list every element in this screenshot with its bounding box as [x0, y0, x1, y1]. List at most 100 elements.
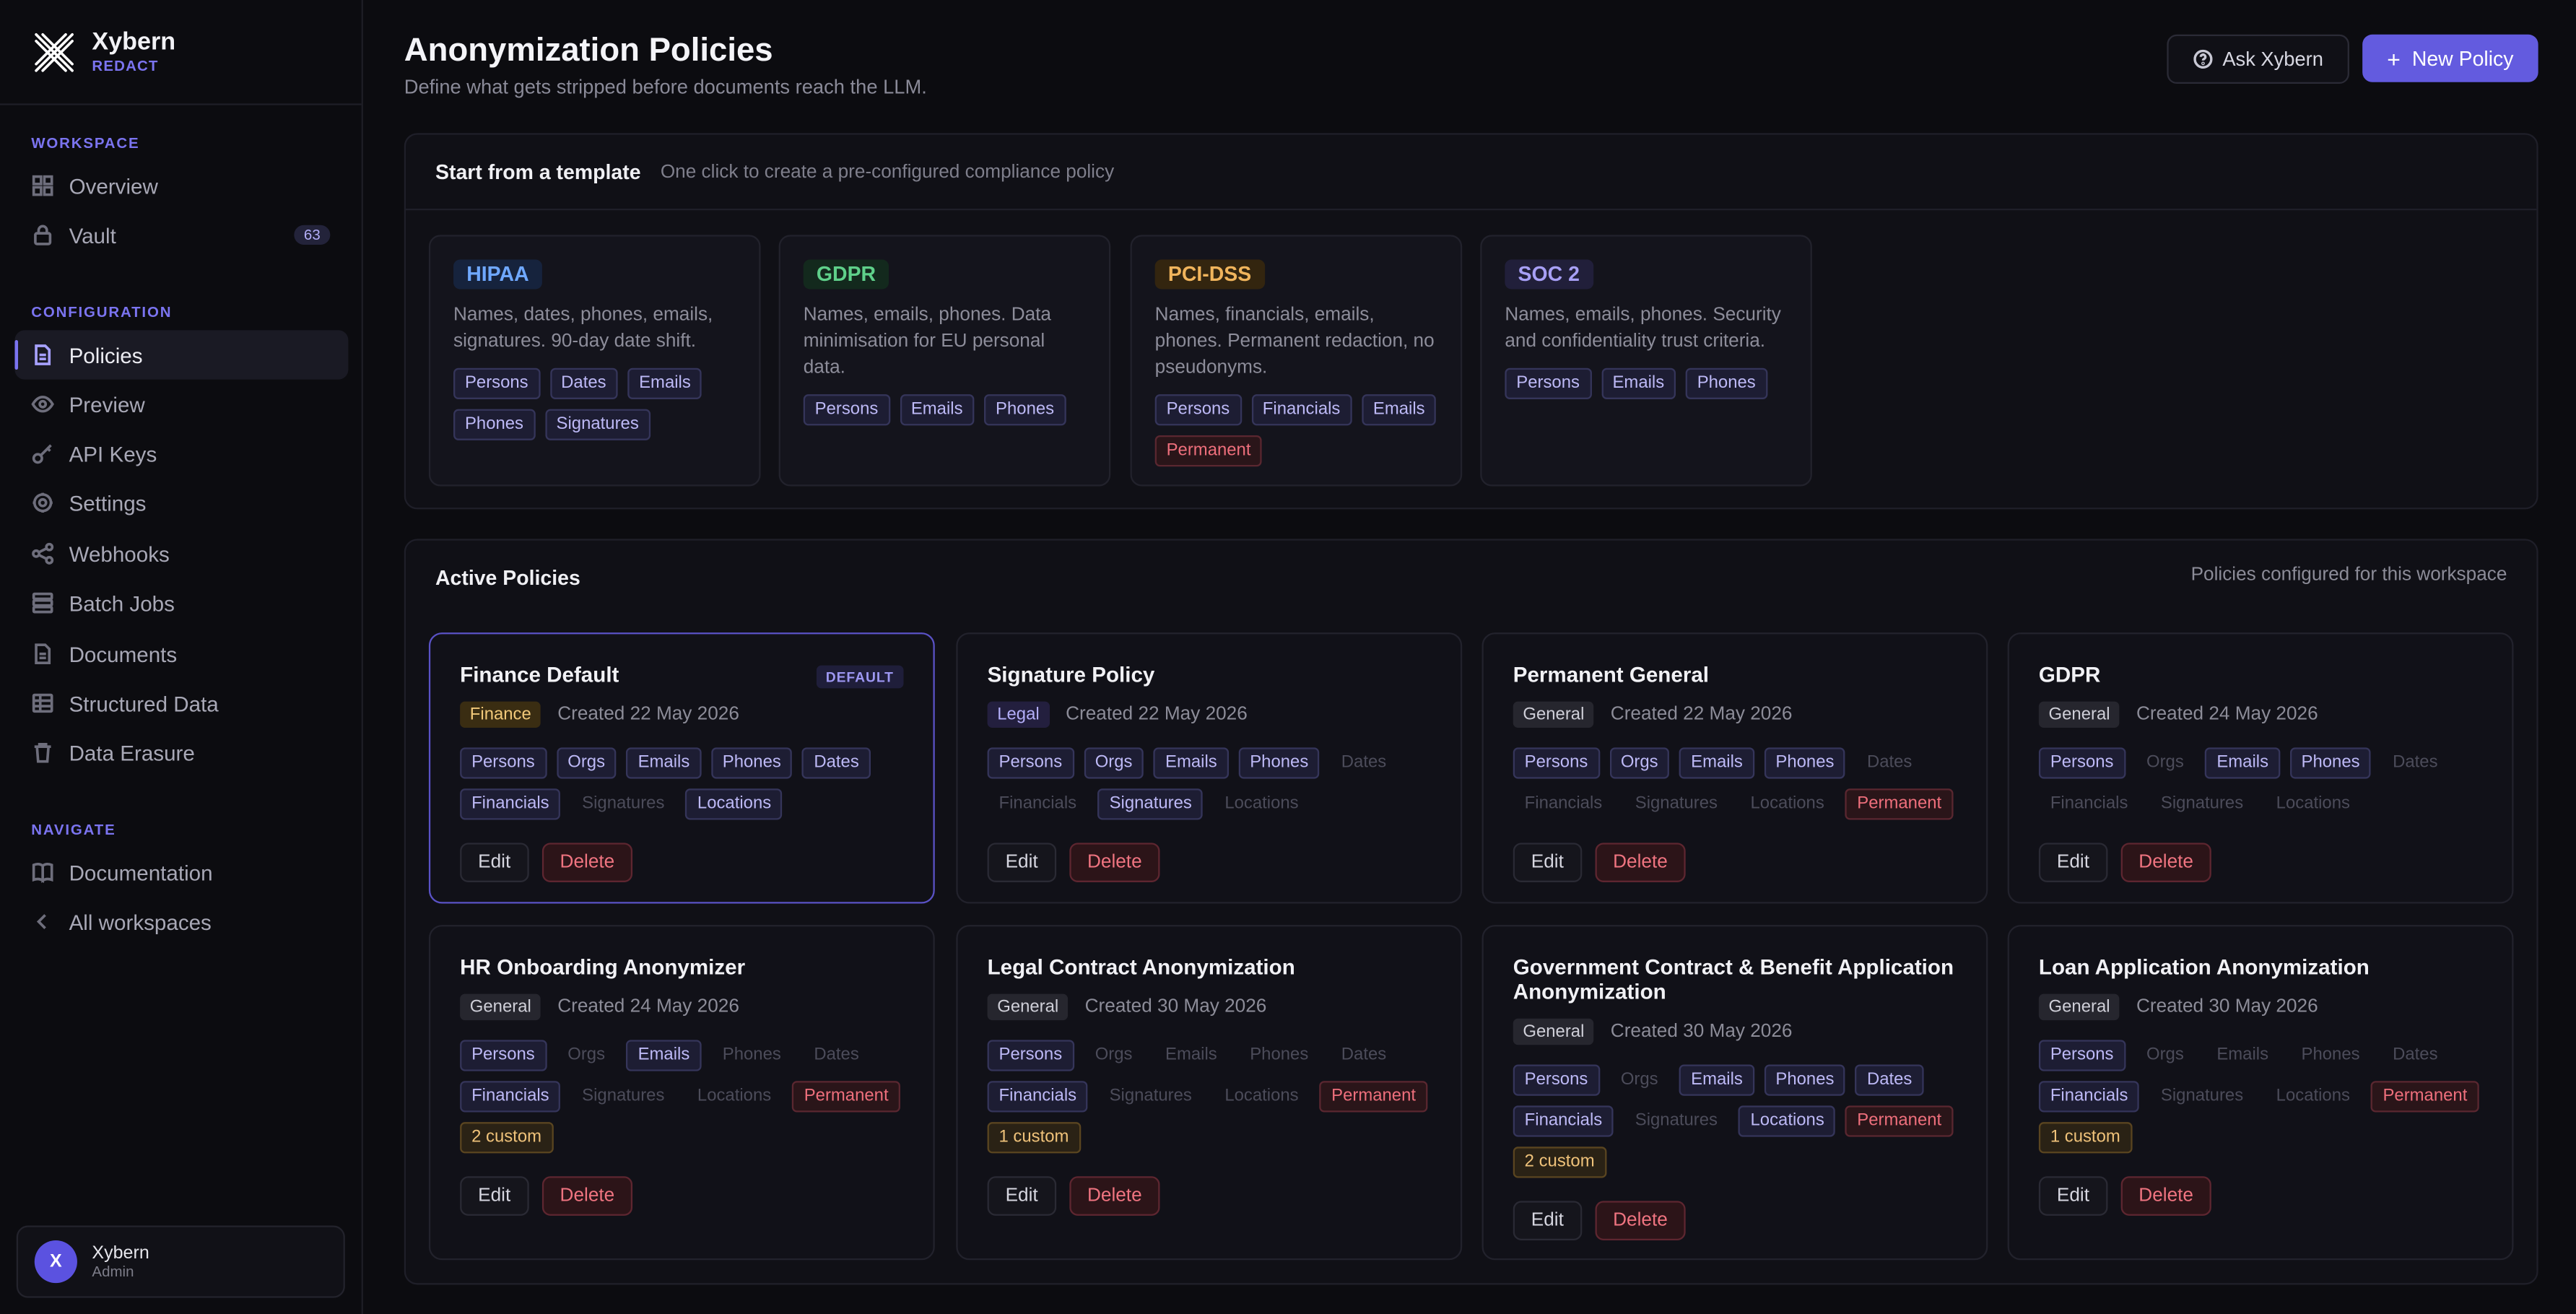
template-chips: Persons Dates Emails Phones Signatures	[453, 367, 736, 440]
created-date: Created 30 May 2026	[1084, 997, 1267, 1017]
new-policy-button[interactable]: + New Policy	[2362, 34, 2538, 82]
policy-card: Permanent General General Created 22 May 2…	[1481, 632, 1988, 904]
entity-chip: Orgs	[556, 747, 617, 779]
entity-chip: Financials	[460, 788, 561, 820]
chevron-left-icon	[36, 914, 46, 929]
custom-count-chip: 2 custom	[460, 1122, 553, 1154]
custom-count-chip: 1 custom	[2038, 1122, 2132, 1154]
entity-chip: Signatures	[1109, 1086, 1192, 1106]
template-card-pci-dss[interactable]: PCI-DSS Names, financials, emails, phones…	[1130, 235, 1463, 487]
delete-button[interactable]: Delete	[2120, 843, 2212, 882]
delete-button[interactable]: Delete	[541, 843, 633, 882]
entity-chip: Financials	[998, 793, 1077, 814]
sidebar-item-overview[interactable]: Overview	[14, 161, 348, 210]
template-badge: SOC 2	[1505, 259, 1593, 290]
custom-count-chip: 1 custom	[987, 1122, 1081, 1154]
gear-icon	[32, 492, 53, 513]
policy-card: Signature Policy Legal Created 22 May 2026…	[956, 632, 1463, 904]
sidebar-item-documentation[interactable]: Documentation	[14, 848, 348, 897]
brand[interactable]: Xybern REDACT	[0, 0, 362, 105]
entity-chip: Orgs	[2146, 1045, 2184, 1065]
policy-actions: Edit Delete	[987, 1176, 1431, 1216]
category-badge: General	[1513, 1018, 1595, 1045]
category-badge: General	[2038, 701, 2120, 728]
user-card[interactable]: X Xybern Admin	[16, 1225, 345, 1298]
sidebar-item-webhooks[interactable]: Webhooks	[14, 529, 348, 578]
entity-chip: Emails	[1165, 1045, 1217, 1065]
policy-meta: Legal Created 22 May 2026	[987, 701, 1431, 728]
edit-button[interactable]: Edit	[987, 843, 1056, 882]
book-icon	[32, 863, 53, 884]
sidebar-item-vault[interactable]: Vault 63	[14, 210, 348, 259]
policy-meta: General Created 30 May 2026	[987, 993, 1431, 1021]
entity-chip: Signatures	[1097, 788, 1204, 820]
stack-icon	[32, 592, 53, 614]
sidebar-item-batch-jobs[interactable]: Batch Jobs	[14, 578, 348, 627]
delete-button[interactable]: Delete	[1595, 843, 1686, 882]
entity-chip: Orgs	[567, 1045, 606, 1065]
sidebar-item-all-workspaces[interactable]: All workspaces	[14, 897, 348, 946]
xybern-logo-icon	[35, 32, 74, 71]
entity-chip: Phones	[1238, 747, 1320, 779]
edit-button[interactable]: Edit	[460, 1176, 529, 1216]
template-badge: HIPAA	[453, 259, 542, 290]
sidebar-item-preview[interactable]: Preview	[14, 380, 348, 429]
brand-name: Xybern	[92, 27, 176, 56]
template-card-gdpr[interactable]: GDPR Names, emails, phones. Data minimisa…	[778, 235, 1111, 487]
policy-card: HR Onboarding Anonymizer General Created 2…	[428, 925, 935, 1261]
template-card-hipaa[interactable]: HIPAA Names, dates, phones, emails, signa…	[428, 235, 761, 487]
policy-meta: General Created 30 May 2026	[1513, 1018, 1957, 1045]
entity-chip: Locations	[1750, 793, 1824, 814]
category-badge: General	[987, 993, 1069, 1021]
delete-button[interactable]: Delete	[1069, 1176, 1160, 1216]
entity-chip: Orgs	[1083, 747, 1144, 779]
page-subtitle: Define what gets stripped before documen…	[404, 75, 927, 99]
policy-name: Signature Policy	[987, 662, 1155, 687]
sidebar-item-structured-data[interactable]: Structured Data	[14, 679, 348, 728]
entity-chip: Emails	[1679, 747, 1754, 779]
template-card-soc-2[interactable]: SOC 2 Names, emails, phones. Security and…	[1480, 235, 1812, 487]
table-icon	[32, 693, 53, 713]
file-icon	[35, 643, 51, 664]
edit-button[interactable]: Edit	[1513, 843, 1582, 882]
sidebar-item-label: Overview	[69, 173, 158, 199]
policy-meta: General Created 24 May 2026	[2038, 701, 2482, 728]
entity-chip: Phones	[2301, 1045, 2360, 1065]
edit-button[interactable]: Edit	[987, 1176, 1056, 1216]
policy-entity-chips: Persons Orgs Emails Phones Dates Financials Si…	[987, 747, 1431, 820]
edit-button[interactable]: Edit	[460, 843, 529, 882]
entity-chip: Phones	[1764, 747, 1846, 779]
entity-chip: Emails	[2216, 1045, 2269, 1065]
entity-chip: Signatures	[582, 1086, 665, 1106]
entity-chip: Locations	[1224, 1086, 1299, 1106]
entity-chip: Phones	[453, 409, 535, 440]
policy-entity-chips: Persons Orgs Emails Phones Dates Financials Si…	[987, 1040, 1431, 1154]
policy-name: Loan Application Anonymization	[2038, 954, 2370, 980]
ask-xybern-button[interactable]: Ask Xybern	[2167, 34, 2349, 84]
edit-button[interactable]: Edit	[1513, 1201, 1582, 1241]
delete-button[interactable]: Delete	[1595, 1201, 1686, 1241]
delete-button[interactable]: Delete	[1069, 843, 1160, 882]
edit-button[interactable]: Edit	[2038, 1176, 2108, 1216]
entity-chip: Dates	[549, 367, 618, 399]
sidebar: Xybern REDACT WORKSPACE Overview Vault 6…	[0, 0, 363, 1314]
sidebar-item-data-erasure[interactable]: Data Erasure	[14, 728, 348, 777]
delete-button[interactable]: Delete	[2120, 1176, 2212, 1216]
policy-meta: Finance Created 22 May 2026	[460, 701, 903, 728]
sidebar-item-api-keys[interactable]: API Keys	[14, 429, 348, 478]
policy-card: Finance Default DEFAULT Finance Created 22 …	[428, 632, 935, 904]
sidebar-item-policies[interactable]: Policies	[14, 330, 349, 380]
entity-chip: Persons	[987, 747, 1074, 779]
templates-panel: Start from a template One click to creat…	[404, 133, 2538, 510]
sidebar-item-settings[interactable]: Settings	[14, 478, 348, 527]
entity-chip: Locations	[697, 1086, 772, 1106]
entity-chip: Persons	[1513, 747, 1600, 779]
edit-button[interactable]: Edit	[2038, 843, 2108, 882]
permanent-chip: Permanent	[2371, 1081, 2479, 1113]
policy-name: Government Contract & Benefit Applicatio…	[1513, 954, 1954, 1004]
template-description: Names, financials, emails, phones. Perma…	[1154, 305, 1435, 378]
entity-chip: Dates	[1855, 1064, 1924, 1096]
template-description: Names, emails, phones. Security and conf…	[1505, 305, 1781, 352]
sidebar-item-documents[interactable]: Documents	[14, 630, 348, 679]
delete-button[interactable]: Delete	[541, 1176, 633, 1216]
